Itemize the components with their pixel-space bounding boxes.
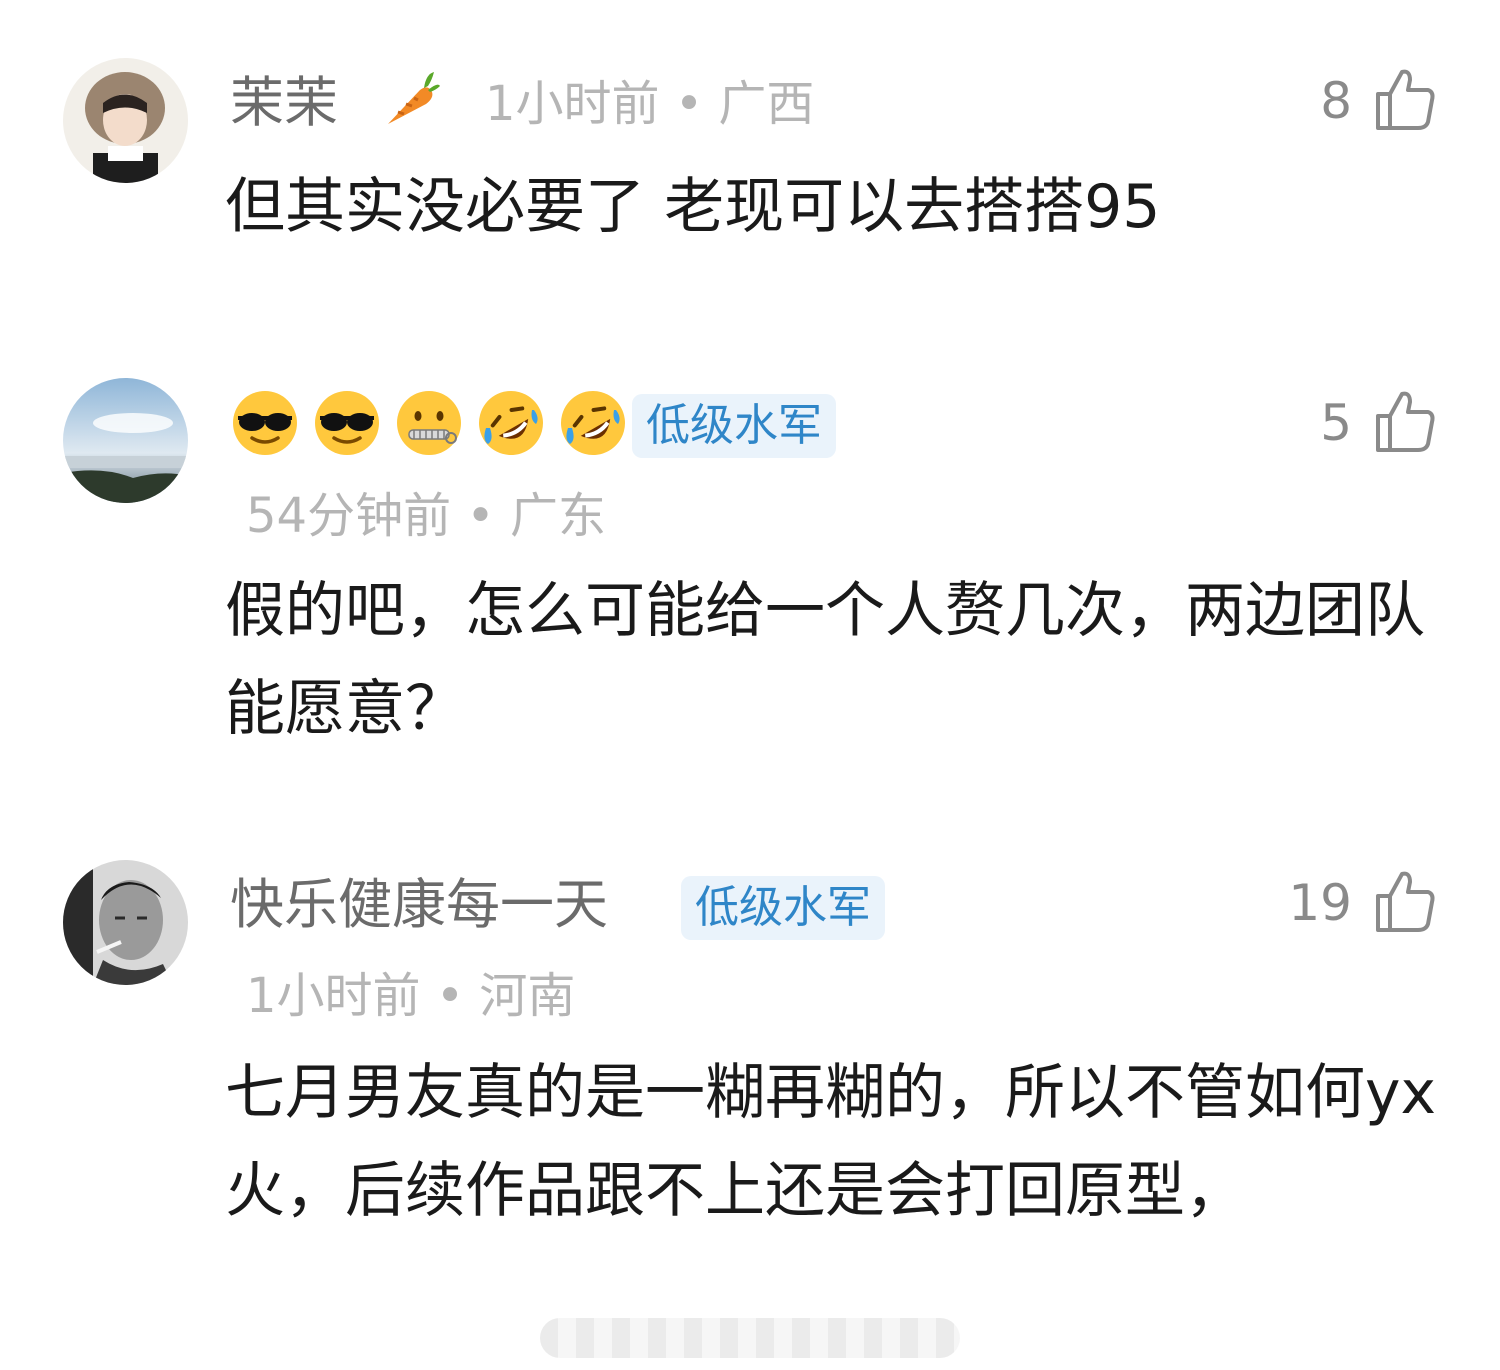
like-count: 19 — [1288, 874, 1352, 932]
like-count: 8 — [1320, 72, 1352, 130]
author-name[interactable]: 快乐健康每一天 — [230, 878, 608, 932]
sunglasses-face-icon — [233, 391, 297, 455]
avatar[interactable] — [63, 378, 188, 503]
avatar[interactable] — [63, 58, 188, 183]
watermark — [540, 1318, 960, 1358]
post-location: 广西 — [718, 76, 815, 132]
post-location: 广东 — [509, 488, 606, 544]
thumbs-up-icon — [1374, 868, 1438, 938]
post-meta: 54分钟前 • 广东 — [246, 492, 606, 540]
meta-separator: • — [435, 968, 465, 1024]
zipper-mouth-face-icon — [397, 391, 461, 455]
user-badge: 低级水军 — [681, 876, 885, 940]
post-location: 河南 — [479, 968, 576, 1024]
user-badge: 低级水军 — [632, 394, 836, 458]
sunglasses-face-icon — [315, 391, 379, 455]
author-name-emoji[interactable] — [230, 388, 628, 458]
meta-separator: • — [466, 488, 495, 544]
post-time: 1小时前 — [246, 968, 421, 1024]
comment-text: 七月男友真的是一糊再糊的，所以不管如何yx火，后续作品跟不上还是会打回原型， — [225, 1058, 1437, 1226]
thumbs-up-icon — [1374, 388, 1438, 458]
avatar[interactable] — [63, 860, 188, 985]
comment-text: 但其实没必要了 老现可以去搭搭95 — [225, 172, 1161, 242]
post-time: 54分钟前 — [246, 488, 452, 544]
carrot-icon — [380, 68, 442, 134]
post-time: 1小时前 — [485, 76, 660, 132]
rofl-face-icon — [561, 391, 625, 455]
comment-text: 假的吧，怎么可能给一个人赘几次，两边团队能愿意？ — [225, 576, 1425, 744]
post-meta: 1小时前 • 广西 — [485, 80, 814, 128]
like-count: 5 — [1320, 394, 1352, 452]
rofl-face-icon — [479, 391, 543, 455]
like-button[interactable]: 8 — [1320, 66, 1438, 136]
post-meta: 1小时前 • 河南 — [246, 972, 575, 1020]
author-name[interactable]: 茉茉 — [230, 76, 338, 130]
like-button[interactable]: 19 — [1288, 868, 1438, 938]
like-button[interactable]: 5 — [1320, 388, 1438, 458]
meta-separator: • — [674, 76, 704, 132]
thumbs-up-icon — [1374, 66, 1438, 136]
